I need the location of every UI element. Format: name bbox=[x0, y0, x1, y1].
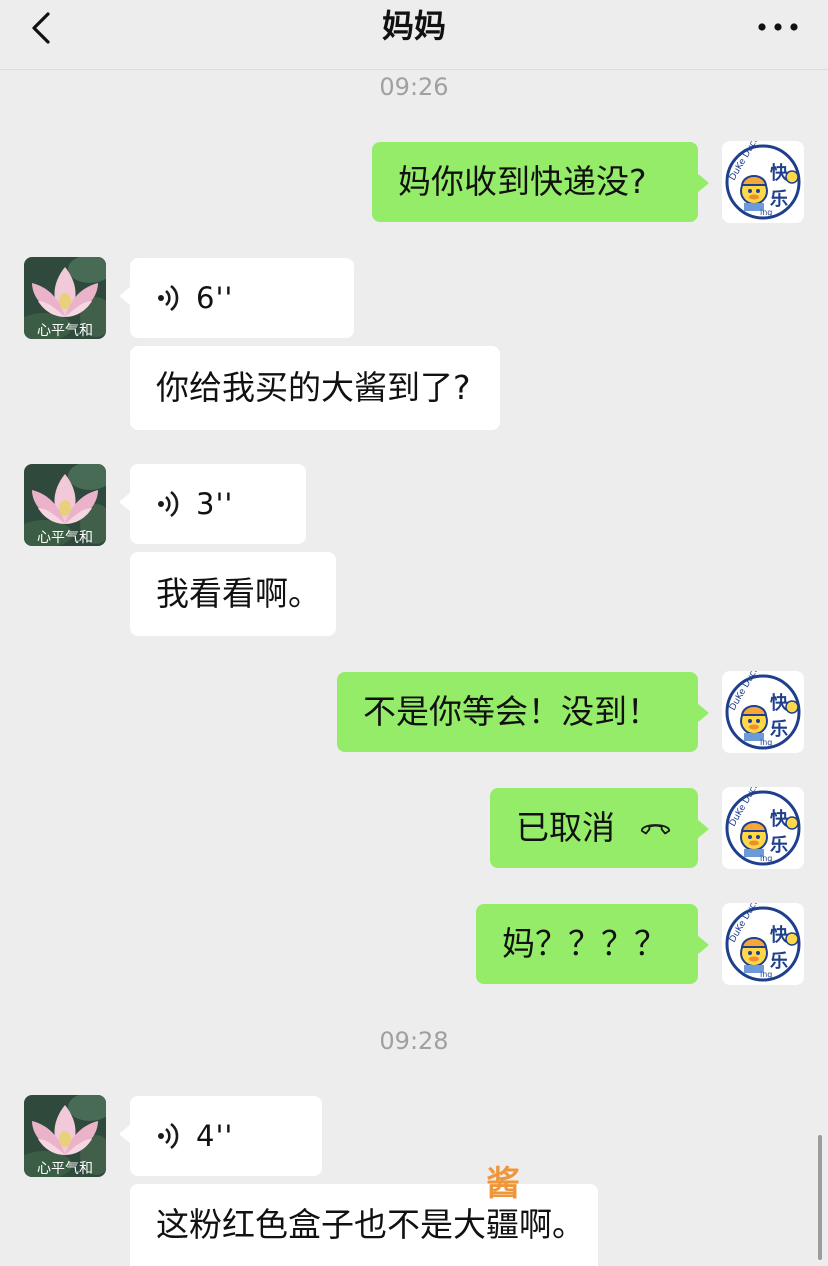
voice-wave-icon bbox=[156, 489, 182, 519]
message-text: 不是你等会！没到！ bbox=[363, 692, 660, 731]
duck-avatar-icon bbox=[722, 141, 804, 223]
scrollbar[interactable] bbox=[818, 1135, 822, 1260]
voice-message-bubble[interactable]: 3'' bbox=[119, 464, 306, 544]
my-message-bubble[interactable]: 妈你收到快递没? bbox=[372, 142, 709, 222]
avatar-caption: 心平气和 bbox=[37, 1161, 93, 1177]
more-button[interactable] bbox=[756, 12, 800, 42]
my-avatar[interactable] bbox=[722, 787, 804, 869]
phone-hangup-icon bbox=[640, 824, 671, 835]
my-avatar[interactable] bbox=[722, 671, 804, 753]
duck-avatar-icon bbox=[722, 671, 804, 753]
duck-avatar-icon bbox=[722, 903, 804, 985]
voice-duration: 6'' bbox=[196, 281, 234, 315]
voice-message-bubble[interactable]: 6'' bbox=[119, 258, 354, 338]
contact-avatar[interactable]: 心平气和 bbox=[24, 464, 106, 546]
transcript-text: 这粉红色盒子也不是大疆啊。 bbox=[156, 1205, 585, 1244]
voice-transcript-bubble[interactable]: 这粉红色盒子也不是大疆啊。 bbox=[130, 1184, 598, 1266]
avatar-caption: 心平气和 bbox=[37, 323, 93, 339]
voice-message-bubble[interactable]: 4'' bbox=[119, 1096, 322, 1176]
voice-wave-icon bbox=[156, 1121, 182, 1151]
my-message-bubble[interactable]: 不是你等会！没到！ bbox=[337, 672, 709, 752]
voice-transcript-bubble[interactable]: 我看看啊。 bbox=[130, 552, 336, 636]
my-avatar[interactable] bbox=[722, 141, 804, 223]
chat-title: 妈妈 bbox=[381, 7, 446, 45]
transcript-text: 你给我买的大酱到了? bbox=[156, 368, 471, 407]
message-text: 妈你收到快递没? bbox=[398, 162, 647, 201]
voice-duration: 3'' bbox=[196, 487, 234, 521]
avatar-caption: 心平气和 bbox=[37, 530, 93, 546]
watermark-label: 酱 bbox=[486, 1164, 520, 1204]
chat-header: 妈妈 bbox=[0, 0, 828, 70]
my-avatar[interactable] bbox=[722, 903, 804, 985]
contact-avatar[interactable]: 心平气和 bbox=[24, 257, 106, 339]
voice-transcript-bubble[interactable]: 你给我买的大酱到了? bbox=[130, 346, 500, 430]
voice-wave-icon bbox=[156, 283, 182, 313]
timestamp: 09:26 bbox=[379, 73, 449, 101]
voice-duration: 4'' bbox=[196, 1119, 234, 1153]
call-status-text: 已取消 bbox=[516, 808, 615, 847]
my-message-bubble[interactable]: 妈？？？？ bbox=[476, 904, 709, 984]
message-text: 妈？？？？ bbox=[502, 924, 667, 963]
contact-avatar[interactable]: 心平气和 bbox=[24, 1095, 106, 1177]
duck-avatar-icon bbox=[722, 787, 804, 869]
transcript-text: 我看看啊。 bbox=[156, 574, 321, 613]
call-record-bubble[interactable]: 已取消 bbox=[490, 788, 709, 868]
more-dots-icon bbox=[758, 23, 798, 31]
timestamp: 09:28 bbox=[379, 1027, 449, 1055]
